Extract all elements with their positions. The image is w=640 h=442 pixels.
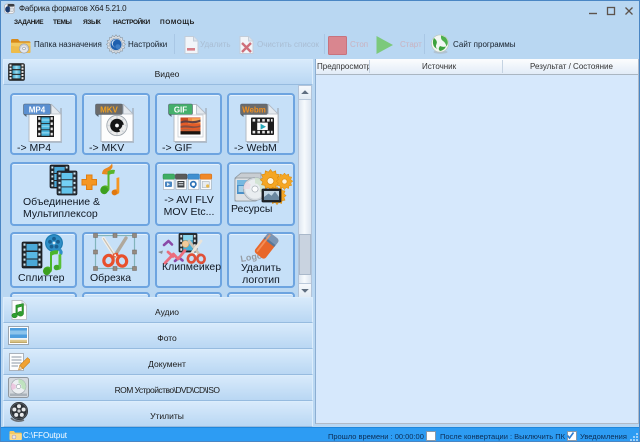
svg-text:MKV: MKV bbox=[100, 105, 118, 114]
svg-text:Webm: Webm bbox=[242, 105, 266, 114]
svg-text:MP4: MP4 bbox=[29, 105, 46, 114]
svg-text:GIF: GIF bbox=[174, 105, 187, 114]
